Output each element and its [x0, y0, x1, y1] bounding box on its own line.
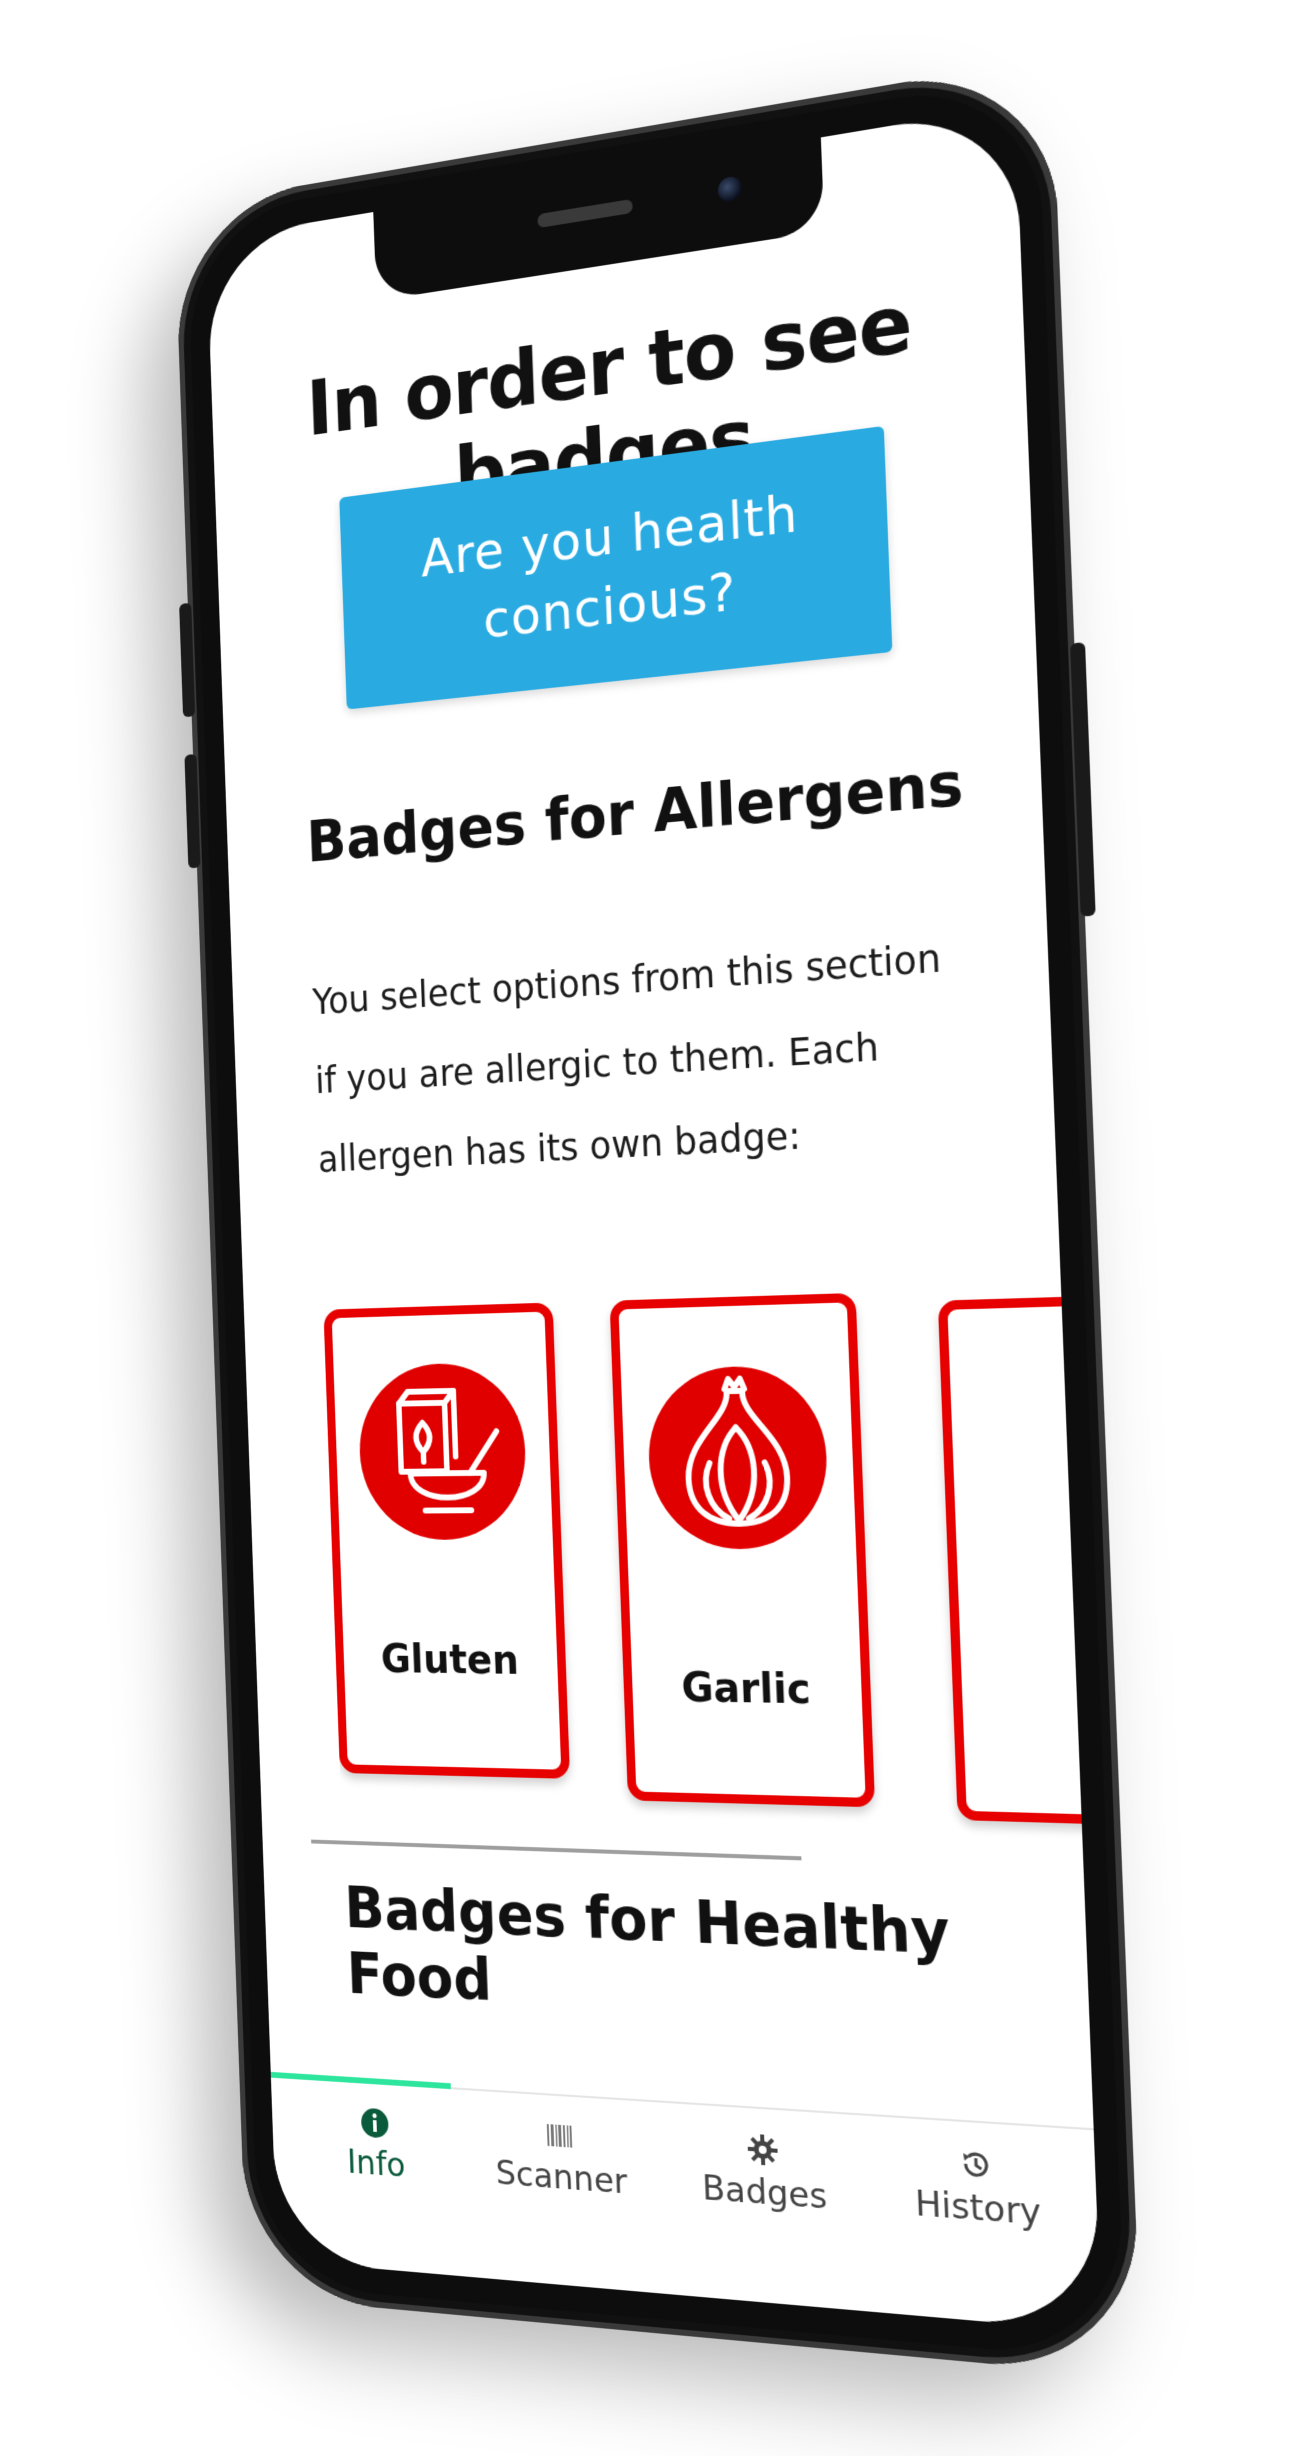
tab-badges[interactable]: Badges [669, 2127, 860, 2220]
badge-gluten[interactable]: Gluten [323, 1302, 570, 1778]
barcode-icon [544, 2119, 575, 2153]
garlic-icon [646, 1365, 830, 1550]
screen: In order to see badges Are you health co… [206, 105, 1101, 2332]
active-tab-indicator [271, 2072, 451, 2089]
tab-scanner[interactable]: Scanner [470, 2114, 652, 2204]
allergens-description: You select options from this section if … [311, 914, 983, 1200]
tab-history[interactable]: History [878, 2141, 1079, 2237]
front-camera [718, 175, 743, 203]
tab-info[interactable]: Info [289, 2102, 463, 2190]
badge-partial[interactable] [938, 1293, 1083, 1828]
speaker [537, 199, 633, 228]
allergens-heading: Badges for Allergens [306, 749, 965, 876]
info-page: In order to see badges Are you health co… [206, 105, 1101, 2332]
badge-garlic[interactable]: Garlic [610, 1293, 876, 1807]
history-icon [959, 2147, 994, 2183]
gear-icon [746, 2132, 779, 2167]
cereal-bowl-icon [357, 1362, 529, 1540]
tab-badges-label: Badges [702, 2168, 828, 2218]
phone-mockup: In order to see badges Are you health co… [174, 57, 1142, 2378]
tab-info-label: Info [347, 2142, 407, 2185]
badge-gluten-label: Gluten [343, 1637, 558, 1685]
allergen-badges-carousel[interactable]: Gluten Garlic [323, 1286, 1083, 1855]
info-icon [360, 2107, 390, 2140]
health-conscious-button-label: Are you health concious? [386, 473, 840, 666]
badge-garlic-label: Garlic [632, 1664, 863, 1714]
tab-history-label: History [914, 2183, 1042, 2234]
healthy-food-heading: Badges for Healthy Food [343, 1874, 1090, 2046]
tab-scanner-label: Scanner [495, 2153, 628, 2203]
